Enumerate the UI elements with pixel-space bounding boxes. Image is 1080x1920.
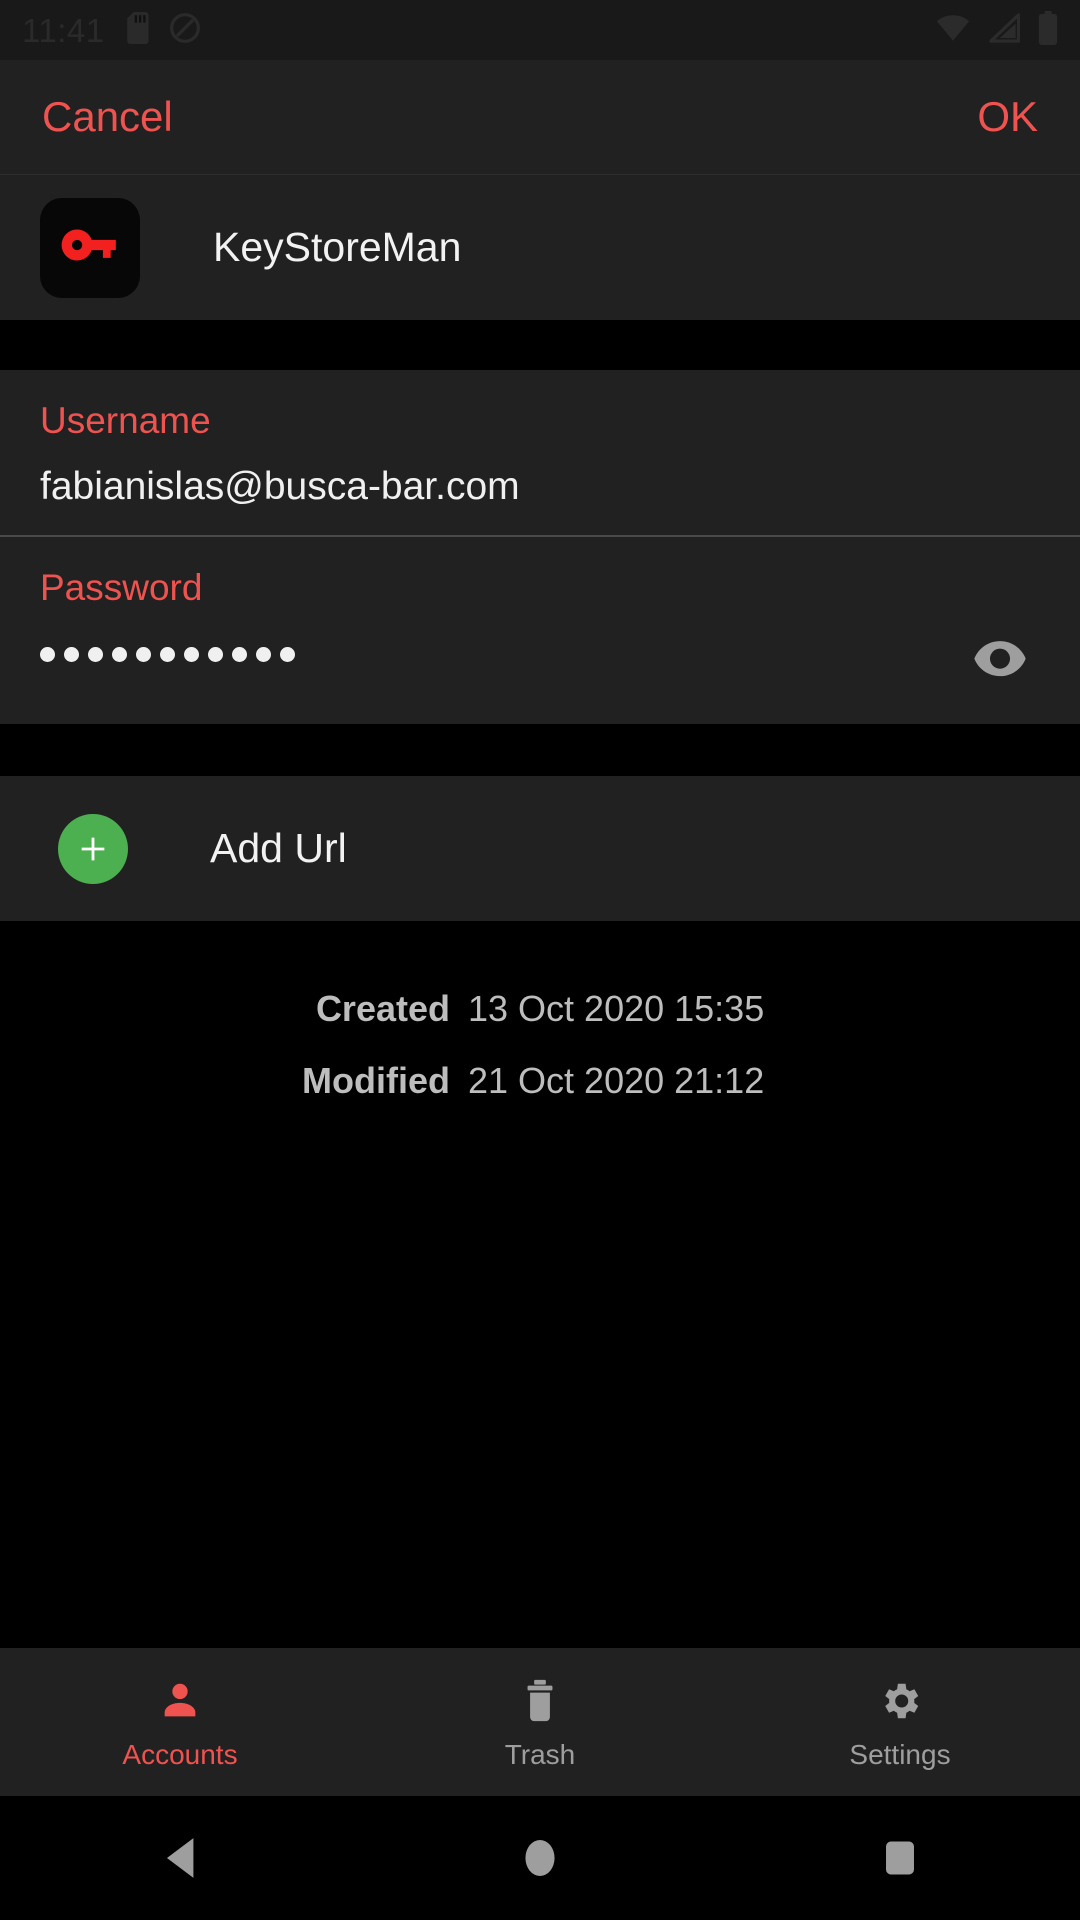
password-field[interactable]: Password: [0, 537, 1080, 724]
password-dot: [208, 646, 223, 662]
created-label: Created: [315, 988, 450, 1029]
tab-accounts-label: Accounts: [122, 1739, 238, 1770]
recents-square-icon[interactable]: [720, 1835, 1080, 1881]
username-value-row: fabianislas@busca-bar.com: [40, 439, 1040, 535]
metadata-area: Created 13 Oct 2020 15:35 Modified 21 Oc…: [0, 921, 1080, 1648]
app-title: KeyStoreMan: [213, 224, 462, 270]
password-dot: [40, 646, 55, 662]
ok-button[interactable]: OK: [977, 96, 1038, 138]
modified-label: Modified: [302, 1060, 450, 1101]
tab-settings-label: Settings: [849, 1739, 951, 1770]
created-value: 13 Oct 2020 15:35: [468, 988, 765, 1029]
password-dot: [256, 646, 271, 662]
app-header: KeyStoreMan: [0, 175, 1080, 320]
bottom-tab-bar: Accounts Trash Settings: [0, 1648, 1080, 1796]
username-field[interactable]: Username fabianislas@busca-bar.com: [0, 370, 1080, 535]
password-value-row: [40, 606, 1040, 702]
add-url-label: Add Url: [210, 825, 347, 871]
key-icon: [59, 214, 121, 281]
username-label: Username: [40, 400, 211, 441]
section-gap-1: [0, 320, 1080, 370]
password-dot: [112, 646, 127, 662]
person-icon: [157, 1675, 203, 1727]
do-not-disturb-icon: [169, 12, 201, 49]
modified-row: Modified 21 Oct 2020 21:12: [290, 1063, 790, 1099]
status-left-icons: [126, 11, 201, 49]
add-url-row[interactable]: Add Url: [0, 776, 1080, 921]
tab-accounts[interactable]: Accounts: [0, 1675, 360, 1769]
gear-icon: [877, 1675, 923, 1727]
password-dot: [184, 646, 199, 662]
created-row: Created 13 Oct 2020 15:35: [290, 991, 790, 1027]
trash-icon: [520, 1675, 560, 1727]
cell-signal-icon: [988, 12, 1021, 48]
status-right-icons: [936, 10, 1058, 50]
password-dot: [136, 646, 151, 662]
username-input[interactable]: fabianislas@busca-bar.com: [40, 465, 1040, 509]
password-label: Password: [40, 567, 203, 608]
sd-card-icon: [126, 11, 153, 49]
status-clock: 11:41: [22, 11, 105, 49]
password-dot: [88, 646, 103, 662]
plus-icon[interactable]: [58, 813, 128, 884]
eye-icon[interactable]: [968, 622, 1032, 686]
tab-settings[interactable]: Settings: [720, 1675, 1080, 1769]
password-input[interactable]: [40, 606, 968, 702]
modified-value: 21 Oct 2020 21:12: [468, 1060, 765, 1101]
password-dot: [64, 646, 79, 662]
app-icon: [40, 197, 140, 298]
tab-trash-label: Trash: [504, 1739, 576, 1770]
dialog-action-bar: Cancel OK: [0, 60, 1080, 175]
status-bar: 11:41: [0, 0, 1080, 60]
password-dot: [280, 646, 295, 662]
credentials-card: Username fabianislas@busca-bar.com Passw…: [0, 370, 1080, 724]
back-triangle-icon[interactable]: [0, 1835, 360, 1881]
password-dot: [232, 646, 247, 662]
cancel-button[interactable]: Cancel: [42, 96, 173, 138]
password-dot: [160, 646, 175, 662]
wifi-icon: [936, 14, 970, 47]
android-nav-bar: [0, 1796, 1080, 1920]
battery-icon: [1038, 10, 1058, 50]
phone-screen: 11:41 Cancel OK KeyStoreMan Username fab…: [0, 0, 1080, 1920]
section-gap-2: [0, 724, 1080, 776]
home-circle-icon[interactable]: [360, 1835, 720, 1881]
tab-trash[interactable]: Trash: [360, 1675, 720, 1769]
